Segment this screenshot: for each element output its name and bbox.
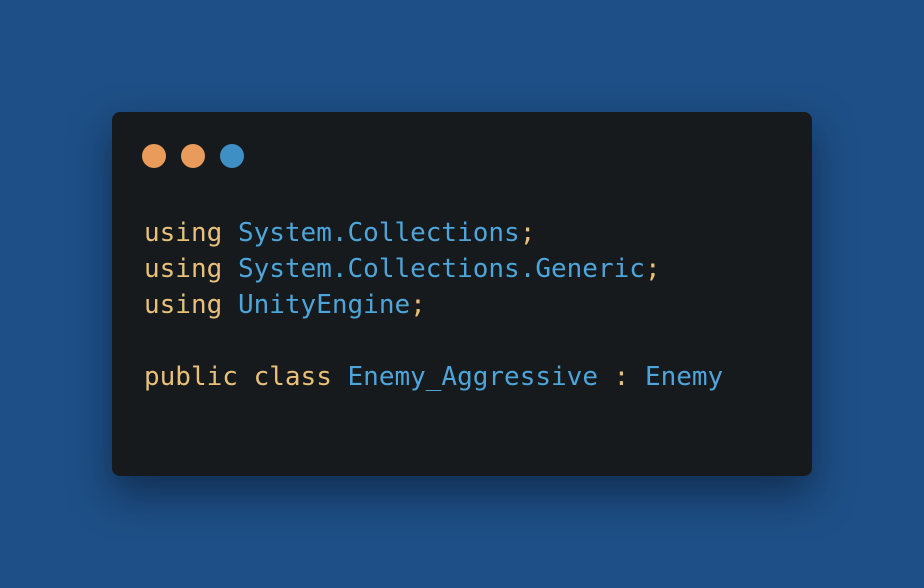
minimize-dot-icon[interactable] [181, 144, 205, 168]
code-line-2: using System.Collections.Generic; [144, 251, 723, 287]
class-name-identifier: Enemy_Aggressive [347, 362, 598, 392]
keyword-class: class [253, 362, 332, 392]
inheritance-colon: : [613, 362, 630, 392]
keyword-public: public [144, 362, 238, 392]
code-block: using System.Collections; using System.Co… [144, 215, 723, 395]
namespace-identifier: UnityEngine [237, 290, 411, 320]
keyword-using: using [144, 218, 223, 248]
semicolon: ; [410, 290, 426, 320]
code-window: using System.Collections; using System.Co… [112, 112, 812, 476]
code-line-1: using System.Collections; [144, 215, 723, 251]
base-class-identifier: Enemy [644, 362, 724, 392]
code-line-4-blank [144, 323, 723, 359]
code-line-5: public class Enemy_Aggressive : Enemy [144, 359, 723, 395]
window-controls [142, 144, 244, 168]
namespace-identifier: System.Collections.Generic [237, 254, 645, 284]
keyword-using: using [144, 254, 223, 284]
semicolon: ; [519, 218, 536, 248]
namespace-identifier: System.Collections [237, 218, 520, 248]
maximize-dot-icon[interactable] [220, 144, 244, 168]
close-dot-icon[interactable] [142, 144, 166, 168]
semicolon: ; [644, 254, 661, 284]
keyword-using: using [144, 290, 223, 320]
code-line-3: using UnityEngine; [144, 287, 723, 323]
